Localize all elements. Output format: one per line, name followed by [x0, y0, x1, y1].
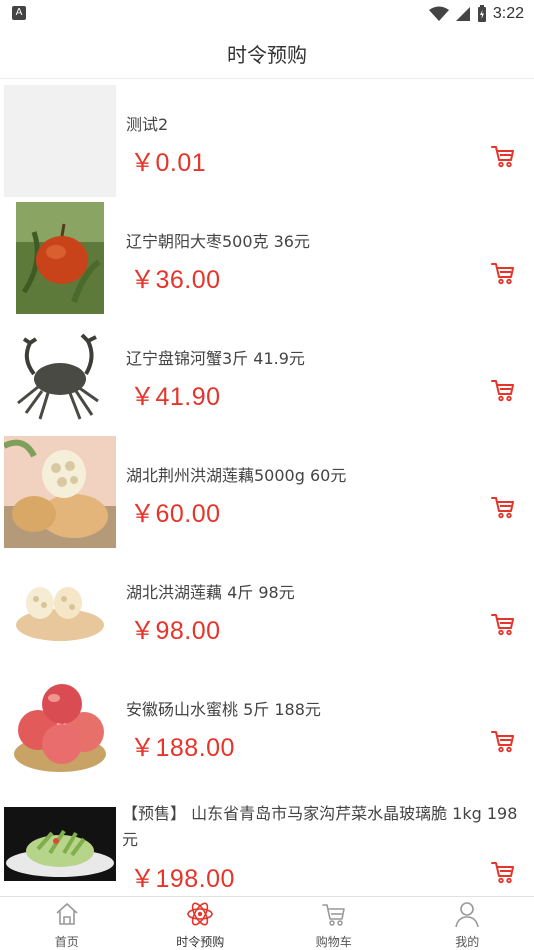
product-item[interactable]: 安徽砀山水蜜桃 5斤 188元 ￥188.00: [0, 664, 534, 782]
product-name[interactable]: 湖北洪湖莲藕 4斤 98元: [126, 579, 295, 603]
product-item[interactable]: 测试2 ￥0.01: [0, 79, 534, 197]
bottom-nav: 首页 时令预购 购物车 我的: [0, 896, 534, 950]
crab-photo[interactable]: [4, 319, 116, 431]
add-to-cart-icon[interactable]: [490, 859, 516, 885]
battery-icon: [477, 5, 486, 22]
add-to-cart-icon[interactable]: [490, 260, 516, 286]
product-price: ￥198.00: [130, 865, 235, 893]
status-bar: A 3:22: [0, 0, 534, 28]
product-item[interactable]: 湖北荆州洪湖莲藕5000g 60元 ￥60.00: [0, 430, 534, 548]
add-to-cart-icon[interactable]: [490, 728, 516, 754]
product-name[interactable]: 【预售】 山东省青岛市马家沟芹菜水晶玻璃脆 1kg 198元: [122, 801, 524, 853]
nav-label: 首页: [54, 935, 79, 949]
add-to-cart-icon[interactable]: [490, 611, 516, 637]
notification-icon: A: [12, 6, 26, 20]
product-price: ￥98.00: [130, 617, 221, 645]
nav-home[interactable]: 首页: [0, 897, 134, 950]
jujube-photo[interactable]: [4, 202, 116, 314]
product-name[interactable]: 安徽砀山水蜜桃 5斤 188元: [126, 696, 321, 720]
wifi-icon: [428, 6, 449, 21]
signal-icon: [455, 7, 470, 21]
celery-salad-photo[interactable]: [4, 807, 116, 881]
product-list[interactable]: 测试2 ￥0.01 辽宁朝阳大枣500克 36元 ￥36.00 辽宁盘锦河蟹3斤…: [0, 79, 534, 896]
product-item[interactable]: 【预售】 山东省青岛市马家沟芹菜水晶玻璃脆 1kg 198元 ￥198.00: [0, 781, 534, 896]
page-header: 时令预购: [0, 28, 534, 79]
product-name[interactable]: 湖北荆州洪湖莲藕5000g 60元: [126, 462, 346, 486]
peach-photo[interactable]: [4, 670, 116, 782]
product-price: ￥0.01: [130, 149, 207, 177]
nav-label: 我的: [455, 935, 480, 949]
nav-cart[interactable]: 购物车: [267, 897, 401, 950]
product-name[interactable]: 辽宁盘锦河蟹3斤 41.9元: [126, 345, 305, 369]
add-to-cart-icon[interactable]: [490, 377, 516, 403]
home-icon: [56, 903, 78, 925]
nav-seasonal-preorder[interactable]: 时令预购: [134, 897, 268, 950]
cart-icon: [321, 904, 345, 926]
page-title: 时令预购: [227, 43, 307, 67]
product-item[interactable]: 辽宁盘锦河蟹3斤 41.9元 ￥41.90: [0, 313, 534, 431]
nav-profile[interactable]: 我的: [401, 897, 534, 950]
nav-label: 时令预购: [176, 935, 225, 949]
product-price: ￥60.00: [130, 500, 221, 528]
add-to-cart-icon[interactable]: [490, 494, 516, 520]
product-name[interactable]: 辽宁朝阳大枣500克 36元: [126, 228, 310, 252]
product-price: ￥41.90: [130, 383, 221, 411]
product-item[interactable]: 辽宁朝阳大枣500克 36元 ￥36.00: [0, 196, 534, 314]
product-price: ￥36.00: [130, 266, 221, 294]
product-item[interactable]: 湖北洪湖莲藕 4斤 98元 ￥98.00: [0, 547, 534, 665]
lotus-root-photo[interactable]: [4, 436, 116, 548]
status-icons: 3:22: [428, 3, 524, 25]
product-image-placeholder[interactable]: [4, 85, 116, 197]
status-time: 3:22: [492, 5, 524, 22]
product-name[interactable]: 测试2: [126, 111, 168, 135]
add-to-cart-icon[interactable]: [490, 143, 516, 169]
atom-icon: [187, 902, 214, 926]
product-price: ￥188.00: [130, 734, 235, 762]
lotus-root-photo[interactable]: [4, 553, 116, 665]
user-icon: [455, 902, 480, 928]
nav-label: 购物车: [315, 935, 352, 949]
